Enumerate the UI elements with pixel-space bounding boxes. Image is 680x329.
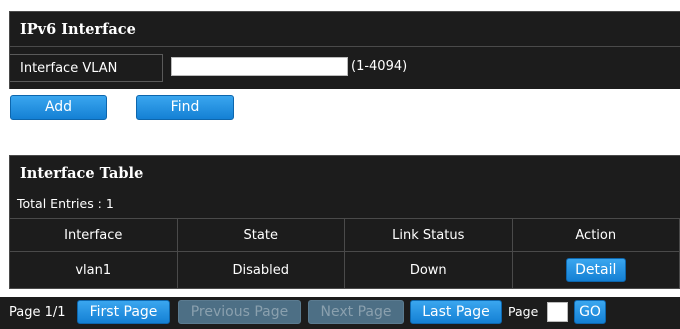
interface-table: Interface State Link Status Action vlan1… <box>9 218 680 289</box>
interface-vlan-label: Interface VLAN <box>10 54 163 82</box>
interface-cell: vlan1 <box>9 251 178 289</box>
interface-table-title: Interface Table <box>9 155 680 190</box>
find-button[interactable]: Find <box>136 95 234 120</box>
next-page-button[interactable]: Next Page <box>308 300 404 324</box>
state-cell: Disabled <box>176 251 345 289</box>
column-header-interface: Interface <box>9 218 178 252</box>
table-row: vlan1 Disabled Down Detail <box>9 251 680 289</box>
go-button[interactable]: GO <box>574 300 606 324</box>
pagination-bar: Page 1/1 First Page Previous Page Next P… <box>0 297 680 329</box>
total-entries: Total Entries : 1 <box>9 190 680 218</box>
interface-vlan-range-hint: (1-4094) <box>351 59 408 74</box>
previous-page-button[interactable]: Previous Page <box>178 300 301 324</box>
column-header-action: Action <box>511 218 680 252</box>
page-info: Page 1/1 <box>9 305 66 320</box>
ipv6-interface-title: IPv6 Interface <box>9 11 680 46</box>
interface-vlan-input[interactable] <box>171 57 348 76</box>
page-jump-label: Page <box>508 304 539 319</box>
page-jump-input[interactable] <box>547 302 568 322</box>
last-page-button[interactable]: Last Page <box>410 300 502 324</box>
action-cell: Detail <box>511 251 680 289</box>
ipv6-interface-panel: Interface VLAN (1-4094) <box>9 46 680 89</box>
column-header-link-status: Link Status <box>344 218 513 252</box>
add-button[interactable]: Add <box>10 95 107 120</box>
first-page-button[interactable]: First Page <box>77 300 170 324</box>
column-header-state: State <box>176 218 345 252</box>
link-status-cell: Down <box>344 251 513 289</box>
table-header-row: Interface State Link Status Action <box>9 218 680 252</box>
detail-button[interactable]: Detail <box>565 258 626 282</box>
